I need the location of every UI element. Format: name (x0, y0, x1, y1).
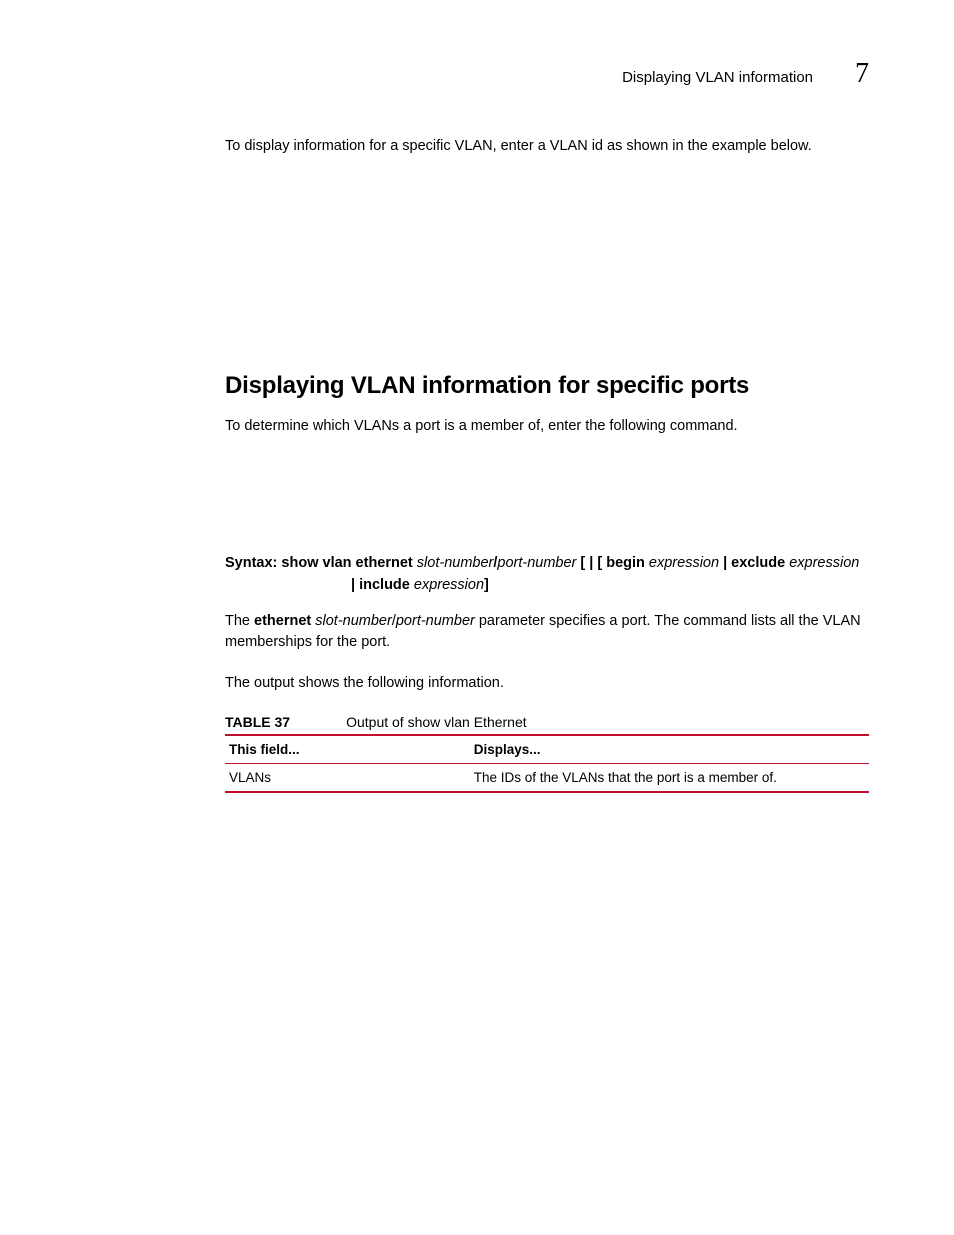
syntax-brackets: [ | [ (580, 555, 606, 571)
table-caption: TABLE 37 Output of show vlan Ethernet (225, 714, 869, 730)
syntax-keyword: include (359, 577, 410, 593)
section-heading: Displaying VLAN information for specific… (225, 372, 869, 400)
output-table: This field... Displays... VLANs The IDs … (225, 734, 869, 793)
page-header: Displaying VLAN information 7 (85, 60, 869, 88)
table-header-cell: This field... (225, 735, 470, 764)
syntax-arg: slot-number (417, 555, 494, 571)
spacer (225, 177, 869, 372)
keyword-ethernet: ethernet (254, 613, 311, 629)
syntax-arg: expression (414, 577, 484, 593)
running-title: Displaying VLAN information (622, 69, 813, 86)
syntax-keyword: begin (606, 555, 645, 571)
table-cell: The IDs of the VLANs that the port is a … (470, 763, 869, 792)
table-header-row: This field... Displays... (225, 735, 869, 764)
syntax-arg: port-number (497, 555, 576, 571)
param-slot-number: slot-number (315, 613, 392, 629)
syntax-command: show vlan ethernet (281, 555, 412, 571)
spacer (225, 457, 869, 553)
syntax-arg: expression (649, 555, 719, 571)
content-column: To display information for a specific VL… (225, 136, 869, 793)
page: Displaying VLAN information 7 To display… (0, 0, 954, 1235)
section-paragraph-3: The output shows the following informati… (225, 673, 869, 694)
syntax-pipe: | (723, 555, 731, 571)
table-row: VLANs The IDs of the VLANs that the port… (225, 763, 869, 792)
syntax-keyword: exclude (731, 555, 785, 571)
syntax-label: Syntax: (225, 555, 277, 571)
intro-paragraph: To display information for a specific VL… (225, 136, 869, 157)
chapter-number: 7 (855, 60, 869, 88)
syntax-arg: expression (789, 555, 859, 571)
text: The (225, 613, 254, 629)
section-paragraph-1: To determine which VLANs a port is a mem… (225, 416, 869, 437)
table-title: Output of show vlan Ethernet (346, 714, 527, 730)
table-number: TABLE 37 (225, 714, 290, 730)
syntax-pipe: | (351, 577, 359, 593)
syntax-close: ] (484, 577, 489, 593)
section-paragraph-2: The ethernet slot-number/port-number par… (225, 611, 869, 653)
param-port-number: port-number (396, 613, 475, 629)
syntax-block: Syntax: show vlan ethernet slot-number/p… (225, 553, 869, 597)
table-cell: VLANs (225, 763, 470, 792)
table-header-cell: Displays... (470, 735, 869, 764)
